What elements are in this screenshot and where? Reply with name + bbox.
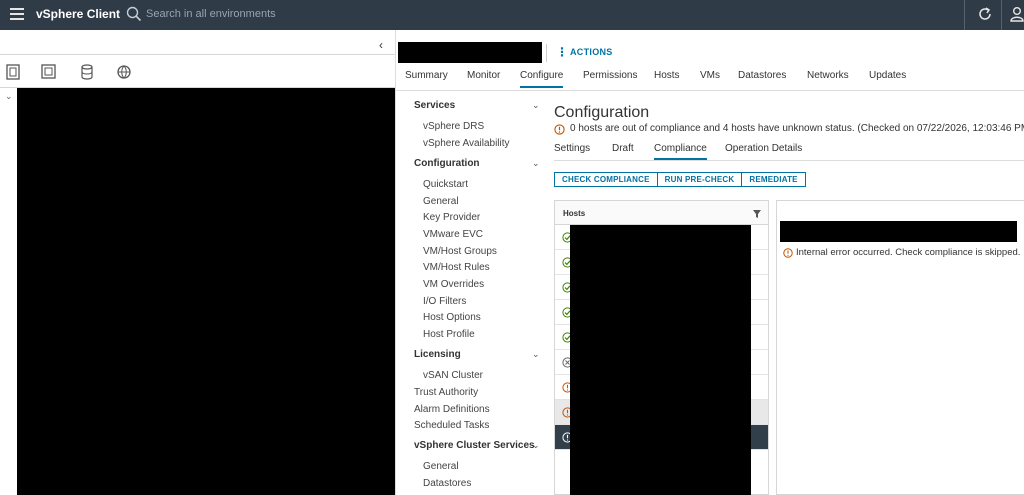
nav-item-vmware-evc[interactable]: VMware EVC: [423, 229, 483, 240]
tab-hosts[interactable]: Hosts: [654, 70, 680, 86]
tab-draft[interactable]: Draft: [612, 143, 634, 158]
main-content: ⋮ ACTIONS Summary Monitor Configure Perm…: [395, 30, 1024, 495]
tab-datastores[interactable]: Datastores: [738, 70, 786, 86]
divider: [0, 54, 395, 55]
tab-networks[interactable]: Networks: [807, 70, 849, 86]
nav-item-trust-authority[interactable]: Trust Authority: [414, 387, 478, 398]
refresh-icon[interactable]: [977, 6, 993, 22]
configure-nav: Services ⌄ vSphere DRS vSphere Availabil…: [396, 92, 549, 495]
nav-item-alarm-definitions[interactable]: Alarm Definitions: [414, 404, 490, 415]
header-divider: [964, 0, 965, 30]
nav-item-vsan-cluster[interactable]: vSAN Cluster: [423, 370, 483, 381]
nav-item-key-provider[interactable]: Key Provider: [423, 212, 480, 223]
tab-configure[interactable]: Configure: [520, 70, 564, 88]
filter-icon[interactable]: [753, 210, 761, 218]
tab-compliance[interactable]: Compliance: [654, 143, 707, 160]
app-title[interactable]: vSphere Client: [36, 7, 120, 21]
kebab-icon[interactable]: ⋮: [556, 45, 568, 59]
menu-icon[interactable]: [10, 8, 24, 20]
navigator-tabs: [0, 63, 395, 87]
hosts-table: Hosts: [554, 200, 769, 495]
tab-vms[interactable]: VMs: [700, 70, 720, 86]
tab-settings[interactable]: Settings: [554, 143, 590, 158]
nav-item-vsphere-drs[interactable]: vSphere DRS: [423, 121, 484, 132]
networking-icon[interactable]: [115, 63, 133, 81]
tab-permissions[interactable]: Permissions: [583, 70, 637, 86]
compliance-actions: CHECK COMPLIANCE RUN PRE-CHECK REMEDIATE: [554, 172, 806, 187]
header-divider: [1001, 0, 1002, 30]
vms-templates-icon[interactable]: [40, 63, 58, 81]
section-configuration[interactable]: Configuration: [414, 158, 480, 169]
section-vsphere-cluster-services[interactable]: vSphere Cluster Services: [414, 440, 535, 451]
warning-icon: [554, 124, 565, 135]
run-pre-check-button[interactable]: RUN PRE-CHECK: [657, 172, 743, 187]
sub-tabs: Settings Draft Compliance Operation Deta…: [554, 143, 1024, 161]
column-header-hosts[interactable]: Hosts: [563, 209, 585, 218]
top-header: vSphere Client Search in all environment…: [0, 0, 1024, 30]
object-tabs: Summary Monitor Configure Permissions Ho…: [396, 69, 1024, 91]
nav-item-scheduled-tasks[interactable]: Scheduled Tasks: [414, 420, 489, 431]
section-services[interactable]: Services: [414, 100, 455, 111]
search-icon[interactable]: [126, 6, 142, 22]
nav-item-quickstart[interactable]: Quickstart: [423, 179, 468, 190]
chevron-down-icon[interactable]: ⌄: [532, 440, 540, 451]
chevron-down-icon[interactable]: ⌄: [532, 100, 540, 111]
tab-operation-details[interactable]: Operation Details: [725, 143, 802, 158]
nav-item-vm-overrides[interactable]: VM Overrides: [423, 279, 484, 290]
tab-summary[interactable]: Summary: [405, 70, 448, 86]
nav-item-cluster-services-datastores[interactable]: Datastores: [423, 478, 471, 489]
compliance-status-text: 0 hosts are out of compliance and 4 host…: [570, 123, 1024, 134]
storage-icon[interactable]: [78, 63, 96, 81]
chevron-down-icon[interactable]: ⌄: [5, 91, 13, 102]
divider: [546, 44, 547, 62]
host-profile-compliance: Configuration 0 hosts are out of complia…: [549, 92, 1024, 495]
chevron-down-icon[interactable]: ⌄: [532, 349, 540, 360]
actions-button[interactable]: ACTIONS: [570, 47, 613, 57]
nav-item-host-profile[interactable]: Host Profile: [423, 329, 475, 340]
nav-item-io-filters[interactable]: I/O Filters: [423, 296, 466, 307]
collapse-navigator-icon[interactable]: ‹: [379, 38, 383, 52]
host-detail-panel: Internal error occurred. Check complianc…: [776, 200, 1024, 495]
error-message: Internal error occurred. Check complianc…: [796, 247, 1021, 258]
navigator-panel: ‹ ⌄: [0, 30, 395, 495]
hosts-clusters-icon[interactable]: [4, 63, 22, 81]
nav-item-cluster-services-general[interactable]: General: [423, 461, 459, 472]
tab-monitor[interactable]: Monitor: [467, 70, 500, 86]
inventory-tree-redacted: [17, 88, 395, 495]
nav-item-vsphere-availability[interactable]: vSphere Availability: [423, 138, 510, 149]
user-icon[interactable]: [1010, 6, 1024, 22]
nav-item-vm-host-rules[interactable]: VM/Host Rules: [423, 262, 490, 273]
nav-item-vm-host-groups[interactable]: VM/Host Groups: [423, 246, 497, 257]
host-name-redacted: [780, 221, 1017, 242]
nav-item-general[interactable]: General: [423, 196, 459, 207]
check-compliance-button[interactable]: CHECK COMPLIANCE: [554, 172, 658, 187]
tab-updates[interactable]: Updates: [869, 70, 906, 86]
error-icon: [783, 248, 793, 258]
table-header: Hosts: [555, 201, 768, 225]
chevron-down-icon[interactable]: ⌄: [532, 158, 540, 169]
nav-item-host-options[interactable]: Host Options: [423, 312, 481, 323]
host-names-redacted: [570, 225, 751, 495]
page-title: Configuration: [554, 104, 650, 121]
remediate-button[interactable]: REMEDIATE: [742, 172, 806, 187]
section-licensing[interactable]: Licensing: [414, 349, 461, 360]
object-name-redacted: [398, 42, 542, 63]
search-input[interactable]: Search in all environments: [146, 8, 276, 20]
